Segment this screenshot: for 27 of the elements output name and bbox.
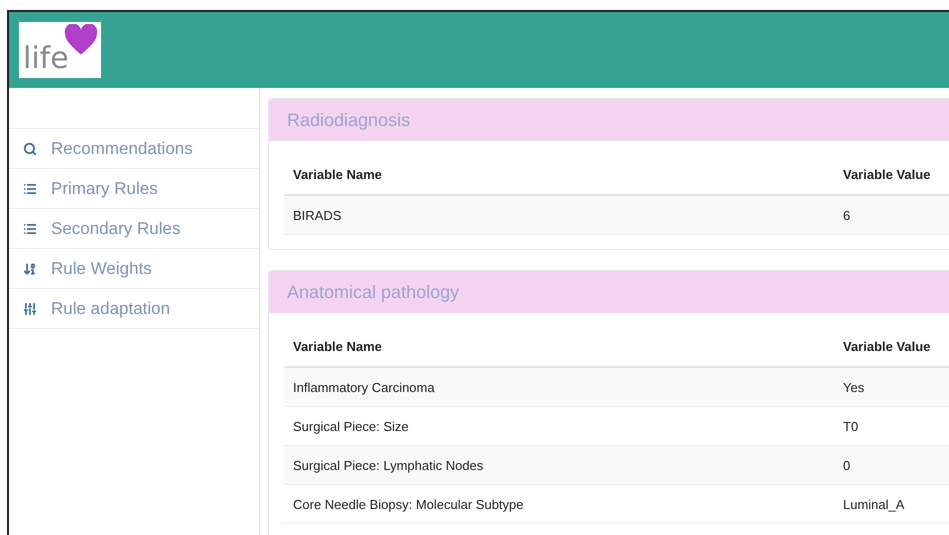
logo-text: life [23, 44, 69, 74]
column-header: Variable Name [292, 339, 382, 354]
list-icon [23, 222, 37, 236]
table-cell-text: Surgical Piece: Size [292, 418, 409, 434]
panel-title: Radiodiagnosis [287, 110, 410, 130]
search-icon [23, 142, 37, 156]
list-icon [23, 182, 37, 196]
table-cell-text: T0 [842, 418, 858, 434]
sort-icon [23, 262, 37, 276]
column-header: Variable Value [842, 167, 930, 182]
table-cell-text: Luminal_A [842, 496, 904, 512]
panel-title: Anatomical pathology [287, 282, 460, 302]
table-cell-text: Yes [842, 380, 864, 394]
sidebar-item[interactable]: Rule Weights [9, 248, 259, 289]
table-cell-text: Inflammatory Carcinoma [292, 380, 435, 394]
column-header: Variable Value [842, 339, 930, 354]
sidebar-item[interactable]: Secondary Rules [9, 208, 259, 249]
column-header: Variable Name [292, 167, 382, 182]
table-cell-text: 6 [842, 208, 850, 222]
table-cell-text: Core Needle Biopsy: Molecular Subtype [292, 496, 524, 512]
sidebar-item[interactable]: Primary Rules [9, 168, 259, 209]
table-cell-text: Surgical Piece: Lymphatic Nodes [292, 458, 484, 472]
table-cell-text: 0 [842, 458, 850, 472]
sidebar-item[interactable]: Rule adaptation [9, 288, 259, 329]
sliders-icon [23, 302, 37, 316]
table-cell-text: BIRADS [292, 208, 342, 222]
sidebar-item[interactable]: Recommendations [9, 128, 259, 169]
